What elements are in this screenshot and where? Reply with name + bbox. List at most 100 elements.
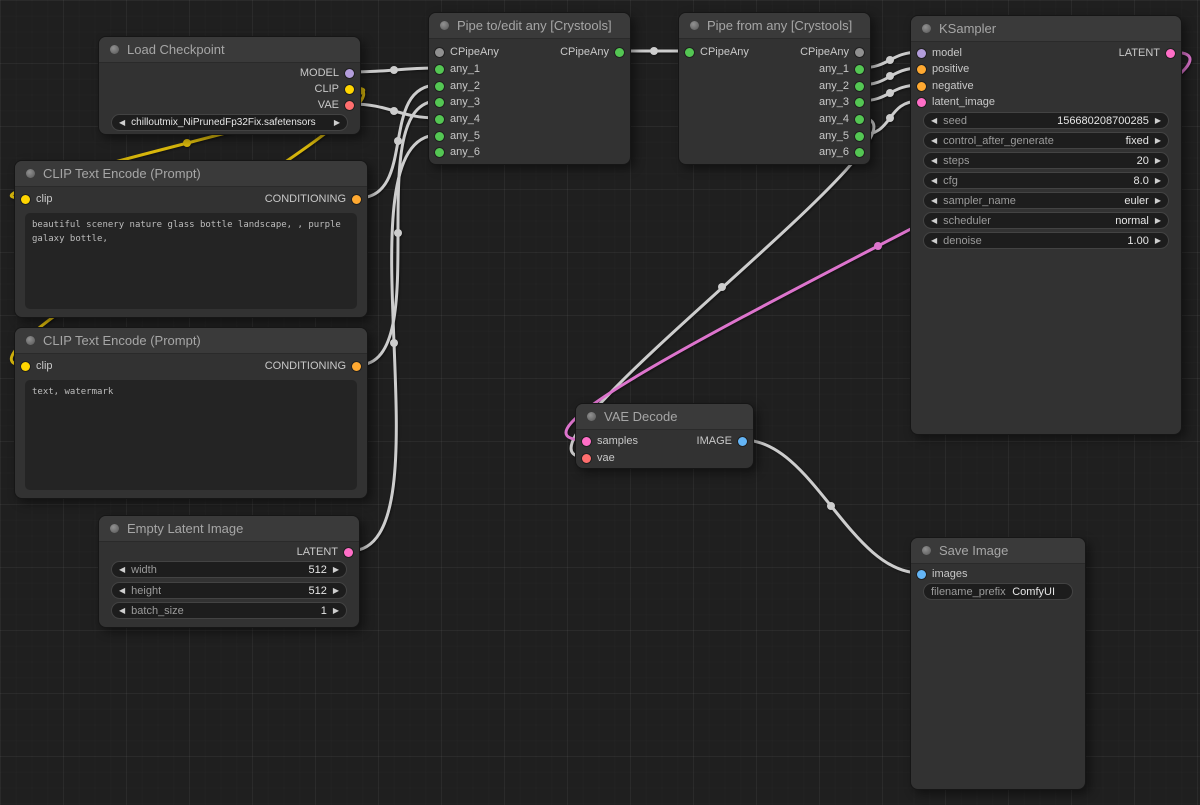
vae-slot-connector[interactable] xyxy=(582,454,591,463)
filename-prefix-field[interactable]: filename_prefix ComfyUI xyxy=(923,583,1073,600)
image-slot-connector[interactable] xyxy=(917,570,926,579)
any-slot-connector[interactable] xyxy=(435,115,444,124)
any-slot-connector[interactable] xyxy=(855,115,864,124)
node-graph-canvas[interactable]: Load Checkpoint MODEL CLIP VAE ◀ chillou… xyxy=(0,0,1200,805)
height-stepper[interactable]: ◀ height 512 ▶ xyxy=(111,582,347,599)
input-slot-any-4[interactable]: any_4 xyxy=(435,111,480,127)
any-slot-connector[interactable] xyxy=(855,65,864,74)
next-option-icon[interactable]: ▶ xyxy=(334,119,340,127)
increment-icon[interactable]: ▶ xyxy=(1155,237,1161,245)
output-slot-conditioning[interactable]: CONDITIONING xyxy=(265,358,361,374)
increment-icon[interactable]: ▶ xyxy=(333,607,339,615)
output-slot-conditioning[interactable]: CONDITIONING xyxy=(265,191,361,207)
node-clip-text-encode-positive[interactable]: CLIP Text Encode (Prompt) clip CONDITION… xyxy=(14,160,368,318)
next-option-icon[interactable]: ▶ xyxy=(1155,217,1161,225)
input-slot-negative[interactable]: negative xyxy=(917,78,974,94)
node-vae-decode[interactable]: VAE Decode samples IMAGE vae xyxy=(575,403,754,469)
input-slot-any-1[interactable]: any_1 xyxy=(435,61,480,77)
any-slot-connector[interactable] xyxy=(855,82,864,91)
input-slot-any-3[interactable]: any_3 xyxy=(435,94,480,110)
cpipe-slot-connector[interactable] xyxy=(435,48,444,57)
clip-slot-connector[interactable] xyxy=(345,85,354,94)
latent-slot-connector[interactable] xyxy=(1166,49,1175,58)
collapse-dot-icon[interactable] xyxy=(440,21,449,30)
cpipe-slot-connector[interactable] xyxy=(685,48,694,57)
prev-option-icon[interactable]: ◀ xyxy=(931,217,937,225)
node-ksampler[interactable]: KSampler model LATENT positive negative … xyxy=(910,15,1182,435)
batch-size-stepper[interactable]: ◀ batch_size 1 ▶ xyxy=(111,602,347,619)
latent-slot-connector[interactable] xyxy=(582,437,591,446)
node-title-bar[interactable]: Load Checkpoint xyxy=(99,37,360,63)
latent-slot-connector[interactable] xyxy=(917,98,926,107)
next-option-icon[interactable]: ▶ xyxy=(1155,197,1161,205)
collapse-dot-icon[interactable] xyxy=(587,412,596,421)
node-pipe-from-any[interactable]: Pipe from any [Crystools] CPipeAny CPipe… xyxy=(678,12,871,165)
decrement-icon[interactable]: ◀ xyxy=(931,117,937,125)
any-slot-connector[interactable] xyxy=(855,132,864,141)
output-slot-vae[interactable]: VAE xyxy=(318,97,354,113)
collapse-dot-icon[interactable] xyxy=(110,45,119,54)
conditioning-slot-connector[interactable] xyxy=(917,65,926,74)
node-clip-text-encode-negative[interactable]: CLIP Text Encode (Prompt) clip CONDITION… xyxy=(14,327,368,499)
node-title-bar[interactable]: Pipe to/edit any [Crystools] xyxy=(429,13,630,39)
node-title-bar[interactable]: KSampler xyxy=(911,16,1181,42)
node-empty-latent-image[interactable]: Empty Latent Image LATENT ◀ width 512 ▶ … xyxy=(98,515,360,628)
output-slot-any-4[interactable]: any_4 xyxy=(819,111,864,127)
input-slot-cpipeany[interactable]: CPipeAny xyxy=(435,44,499,60)
output-slot-latent[interactable]: LATENT xyxy=(297,544,353,560)
input-slot-images[interactable]: images xyxy=(917,566,967,582)
output-slot-any-5[interactable]: any_5 xyxy=(819,128,864,144)
output-slot-any-6[interactable]: any_6 xyxy=(819,144,864,160)
vae-slot-connector[interactable] xyxy=(345,101,354,110)
decrement-icon[interactable]: ◀ xyxy=(119,566,125,574)
model-slot-connector[interactable] xyxy=(345,69,354,78)
input-slot-samples[interactable]: samples xyxy=(582,433,638,449)
node-title-bar[interactable]: CLIP Text Encode (Prompt) xyxy=(15,161,367,187)
conditioning-slot-connector[interactable] xyxy=(352,195,361,204)
input-slot-any-5[interactable]: any_5 xyxy=(435,128,480,144)
any-slot-connector[interactable] xyxy=(435,82,444,91)
node-pipe-to-edit-any[interactable]: Pipe to/edit any [Crystools] CPipeAny CP… xyxy=(428,12,631,165)
ckpt-name-combo[interactable]: ◀ chilloutmix_NiPrunedFp32Fix.safetensor… xyxy=(111,114,348,131)
seed-stepper[interactable]: ◀ seed 156680208700285 ▶ xyxy=(923,112,1169,129)
prev-option-icon[interactable]: ◀ xyxy=(931,197,937,205)
cpipe-slot-connector[interactable] xyxy=(855,48,864,57)
image-slot-connector[interactable] xyxy=(738,437,747,446)
any-slot-connector[interactable] xyxy=(855,148,864,157)
decrement-icon[interactable]: ◀ xyxy=(931,237,937,245)
output-slot-model[interactable]: MODEL xyxy=(300,65,354,81)
collapse-dot-icon[interactable] xyxy=(690,21,699,30)
collapse-dot-icon[interactable] xyxy=(110,524,119,533)
any-slot-connector[interactable] xyxy=(435,132,444,141)
input-slot-model[interactable]: model xyxy=(917,45,962,61)
input-slot-latent-image[interactable]: latent_image xyxy=(917,94,995,110)
conditioning-slot-connector[interactable] xyxy=(352,362,361,371)
conditioning-slot-connector[interactable] xyxy=(917,82,926,91)
any-slot-connector[interactable] xyxy=(435,98,444,107)
increment-icon[interactable]: ▶ xyxy=(1155,117,1161,125)
input-slot-any-2[interactable]: any_2 xyxy=(435,78,480,94)
input-slot-vae[interactable]: vae xyxy=(582,450,615,466)
input-slot-positive[interactable]: positive xyxy=(917,61,969,77)
width-stepper[interactable]: ◀ width 512 ▶ xyxy=(111,561,347,578)
any-slot-connector[interactable] xyxy=(435,65,444,74)
input-slot-clip[interactable]: clip xyxy=(21,191,53,207)
clip-slot-connector[interactable] xyxy=(21,362,30,371)
increment-icon[interactable]: ▶ xyxy=(333,566,339,574)
output-slot-any-1[interactable]: any_1 xyxy=(819,61,864,77)
collapse-dot-icon[interactable] xyxy=(922,24,931,33)
node-title-bar[interactable]: Pipe from any [Crystools] xyxy=(679,13,870,39)
prompt-textarea[interactable]: text, watermark xyxy=(25,380,357,490)
sampler-name-combo[interactable]: ◀ sampler_name euler ▶ xyxy=(923,192,1169,209)
node-save-image[interactable]: Save Image images filename_prefix ComfyU… xyxy=(910,537,1086,790)
output-slot-clip[interactable]: CLIP xyxy=(315,81,354,97)
output-slot-any-3[interactable]: any_3 xyxy=(819,94,864,110)
cpipe-slot-connector[interactable] xyxy=(615,48,624,57)
decrement-icon[interactable]: ◀ xyxy=(931,177,937,185)
steps-stepper[interactable]: ◀ steps 20 ▶ xyxy=(923,152,1169,169)
denoise-stepper[interactable]: ◀ denoise 1.00 ▶ xyxy=(923,232,1169,249)
prev-option-icon[interactable]: ◀ xyxy=(931,137,937,145)
node-title-bar[interactable]: Save Image xyxy=(911,538,1085,564)
increment-icon[interactable]: ▶ xyxy=(1155,177,1161,185)
decrement-icon[interactable]: ◀ xyxy=(119,587,125,595)
